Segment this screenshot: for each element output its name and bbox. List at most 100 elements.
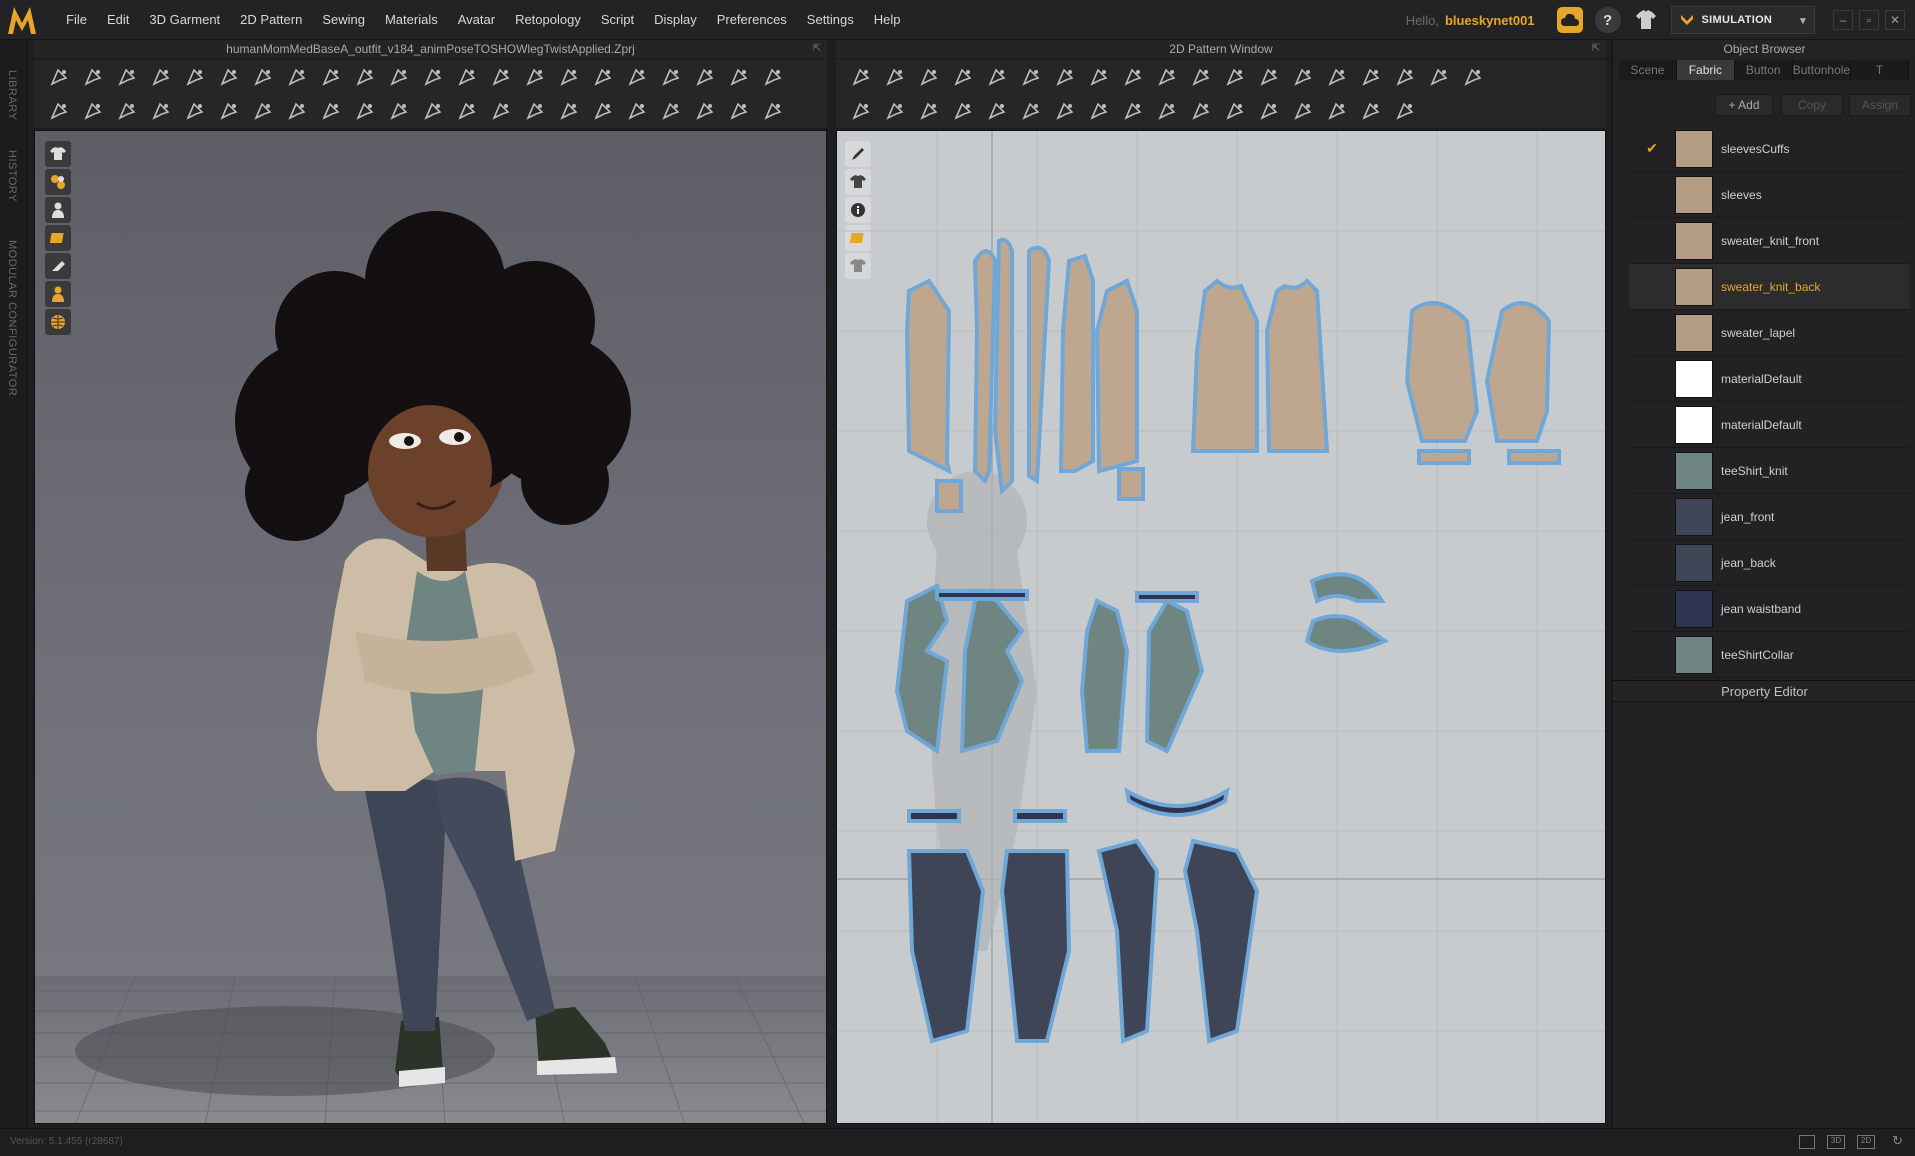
fabric-list-item[interactable]: ✔ sleevesCuffs xyxy=(1629,126,1909,172)
fabric-swatch[interactable] xyxy=(1675,543,1713,582)
2d-pattern-tool-icon[interactable] xyxy=(883,65,907,89)
3d-viewport[interactable] xyxy=(34,130,827,1124)
2d-pattern-tool-icon[interactable] xyxy=(917,99,941,123)
2d-pattern-tool-icon[interactable] xyxy=(951,99,975,123)
3d-garment-tool-icon[interactable] xyxy=(387,99,411,123)
fabric-list-item[interactable]: teeShirt_knit xyxy=(1629,448,1909,494)
3d-garment-tool-icon[interactable] xyxy=(693,99,717,123)
menu-retopology[interactable]: Retopology xyxy=(505,12,591,27)
fabric-swatch[interactable] xyxy=(1675,129,1713,168)
fabric-swatch[interactable] xyxy=(1675,221,1713,260)
2d-pattern-tool-icon[interactable] xyxy=(1019,99,1043,123)
3d-garment-tool-icon[interactable] xyxy=(591,65,615,89)
menu-settings[interactable]: Settings xyxy=(797,12,864,27)
menu-preferences[interactable]: Preferences xyxy=(707,12,797,27)
fabric-list-item[interactable]: sweater_knit_front xyxy=(1629,218,1909,264)
2d-pattern-tool-icon[interactable] xyxy=(1121,99,1145,123)
tab-more[interactable]: T xyxy=(1851,60,1910,80)
fabric-swatch[interactable] xyxy=(1675,175,1713,214)
menu-materials[interactable]: Materials xyxy=(375,12,448,27)
2d-pattern-tool-icon[interactable] xyxy=(1019,65,1043,89)
add-fabric-button[interactable]: + Add xyxy=(1715,94,1773,116)
fabric-list-item[interactable]: sweater_knit_back xyxy=(1629,264,1909,310)
2d-pattern-tool-icon[interactable] xyxy=(1155,99,1179,123)
3d-garment-tool-icon[interactable] xyxy=(81,65,105,89)
3d-garment-tool-icon[interactable] xyxy=(727,65,751,89)
menu-2d-pattern[interactable]: 2D Pattern xyxy=(230,12,312,27)
2d-pattern-tool-icon[interactable] xyxy=(1393,65,1417,89)
2d-pattern-tool-icon[interactable] xyxy=(1189,65,1213,89)
3d-garment-tool-icon[interactable] xyxy=(115,99,139,123)
2d-pattern-tool-icon[interactable] xyxy=(985,65,1009,89)
2d-pattern-tool-icon[interactable] xyxy=(1257,99,1281,123)
fabric-list-item[interactable]: jean waistband xyxy=(1629,586,1909,632)
2d-pattern-tool-icon[interactable] xyxy=(1461,65,1485,89)
fabric-list-item[interactable]: jean_back xyxy=(1629,540,1909,586)
2d-pattern-tool-icon[interactable] xyxy=(1223,65,1247,89)
fabric-list-item[interactable]: materialDefault xyxy=(1629,356,1909,402)
3d-garment-tool-icon[interactable] xyxy=(455,65,479,89)
expand-icon[interactable]: ⇱ xyxy=(1592,40,1600,58)
3d-garment-tool-icon[interactable] xyxy=(727,99,751,123)
fabric-swatch[interactable] xyxy=(1675,635,1713,674)
3d-garment-tool-icon[interactable] xyxy=(557,99,581,123)
close-icon[interactable]: ✕ xyxy=(1885,10,1905,30)
3d-garment-tool-icon[interactable] xyxy=(659,65,683,89)
2d-pattern-tool-icon[interactable] xyxy=(1325,99,1349,123)
tab-scene[interactable]: Scene xyxy=(1619,60,1677,80)
menu-edit[interactable]: Edit xyxy=(97,12,139,27)
2d-pattern-tool-icon[interactable] xyxy=(1087,99,1111,123)
2d-pattern-tool-icon[interactable] xyxy=(1189,99,1213,123)
fabric-list-item[interactable]: sweater_lapel xyxy=(1629,310,1909,356)
3d-garment-tool-icon[interactable] xyxy=(81,99,105,123)
3d-garment-tool-icon[interactable] xyxy=(47,99,71,123)
2d-pattern-tool-icon[interactable] xyxy=(985,99,1009,123)
3d-garment-tool-icon[interactable] xyxy=(285,99,309,123)
2d-pattern-tool-icon[interactable] xyxy=(1087,65,1111,89)
2d-pattern-tool-icon[interactable] xyxy=(883,99,907,123)
menu-file[interactable]: File xyxy=(56,12,97,27)
fabric-list-item[interactable]: jean_front xyxy=(1629,494,1909,540)
3d-garment-tool-icon[interactable] xyxy=(353,99,377,123)
3d-garment-tool-icon[interactable] xyxy=(761,99,785,123)
2d-pattern-tool-icon[interactable] xyxy=(1053,65,1077,89)
app-logo-icon[interactable] xyxy=(2,0,42,40)
3d-garment-tool-icon[interactable] xyxy=(47,65,71,89)
menu-script[interactable]: Script xyxy=(591,12,644,27)
fabric-swatch[interactable] xyxy=(1675,405,1713,444)
3d-garment-tool-icon[interactable] xyxy=(285,65,309,89)
3d-garment-tool-icon[interactable] xyxy=(353,65,377,89)
2d-pattern-tool-icon[interactable] xyxy=(1291,99,1315,123)
fabric-swatch[interactable] xyxy=(1675,359,1713,398)
2d-pattern-tool-icon[interactable] xyxy=(1427,65,1451,89)
tab-button[interactable]: Button xyxy=(1735,60,1793,80)
3d-garment-tool-icon[interactable] xyxy=(319,65,343,89)
2d-pattern-tool-icon[interactable] xyxy=(1359,65,1383,89)
property-editor-header[interactable]: Property Editor xyxy=(1613,680,1915,702)
3d-garment-tool-icon[interactable] xyxy=(251,65,275,89)
2d-pattern-tool-icon[interactable] xyxy=(1257,65,1281,89)
fabric-swatch[interactable] xyxy=(1675,451,1713,490)
3d-garment-tool-icon[interactable] xyxy=(625,99,649,123)
menu-display[interactable]: Display xyxy=(644,12,707,27)
simulation-mode-button[interactable]: SIMULATION ▾ xyxy=(1670,6,1815,34)
3d-garment-tool-icon[interactable] xyxy=(421,99,445,123)
username-label[interactable]: blueskynet001 xyxy=(1445,13,1535,28)
tab-buttonhole[interactable]: Buttonhole xyxy=(1793,60,1852,80)
3d-garment-tool-icon[interactable] xyxy=(183,65,207,89)
2d-pattern-tool-icon[interactable] xyxy=(917,65,941,89)
3d-garment-tool-icon[interactable] xyxy=(387,65,411,89)
fabric-list-item[interactable]: materialDefault xyxy=(1629,402,1909,448)
fabric-list-item[interactable]: sleeves xyxy=(1629,172,1909,218)
modular-configurator-tab[interactable]: MODULAR CONFIGURATOR xyxy=(6,240,18,396)
library-tab[interactable]: LIBRARY xyxy=(6,70,18,120)
copy-fabric-button[interactable]: Copy xyxy=(1781,94,1843,116)
refresh-icon[interactable]: ↻ xyxy=(1892,1133,1903,1149)
3d-garment-tool-icon[interactable] xyxy=(217,65,241,89)
3d-garment-tool-icon[interactable] xyxy=(591,99,615,123)
2d-pattern-tool-icon[interactable] xyxy=(951,65,975,89)
3d-garment-tool-icon[interactable] xyxy=(659,99,683,123)
minimize-icon[interactable]: – xyxy=(1833,10,1853,30)
3d-view-icon[interactable]: 3D xyxy=(1827,1135,1845,1149)
3d-garment-tool-icon[interactable] xyxy=(761,65,785,89)
